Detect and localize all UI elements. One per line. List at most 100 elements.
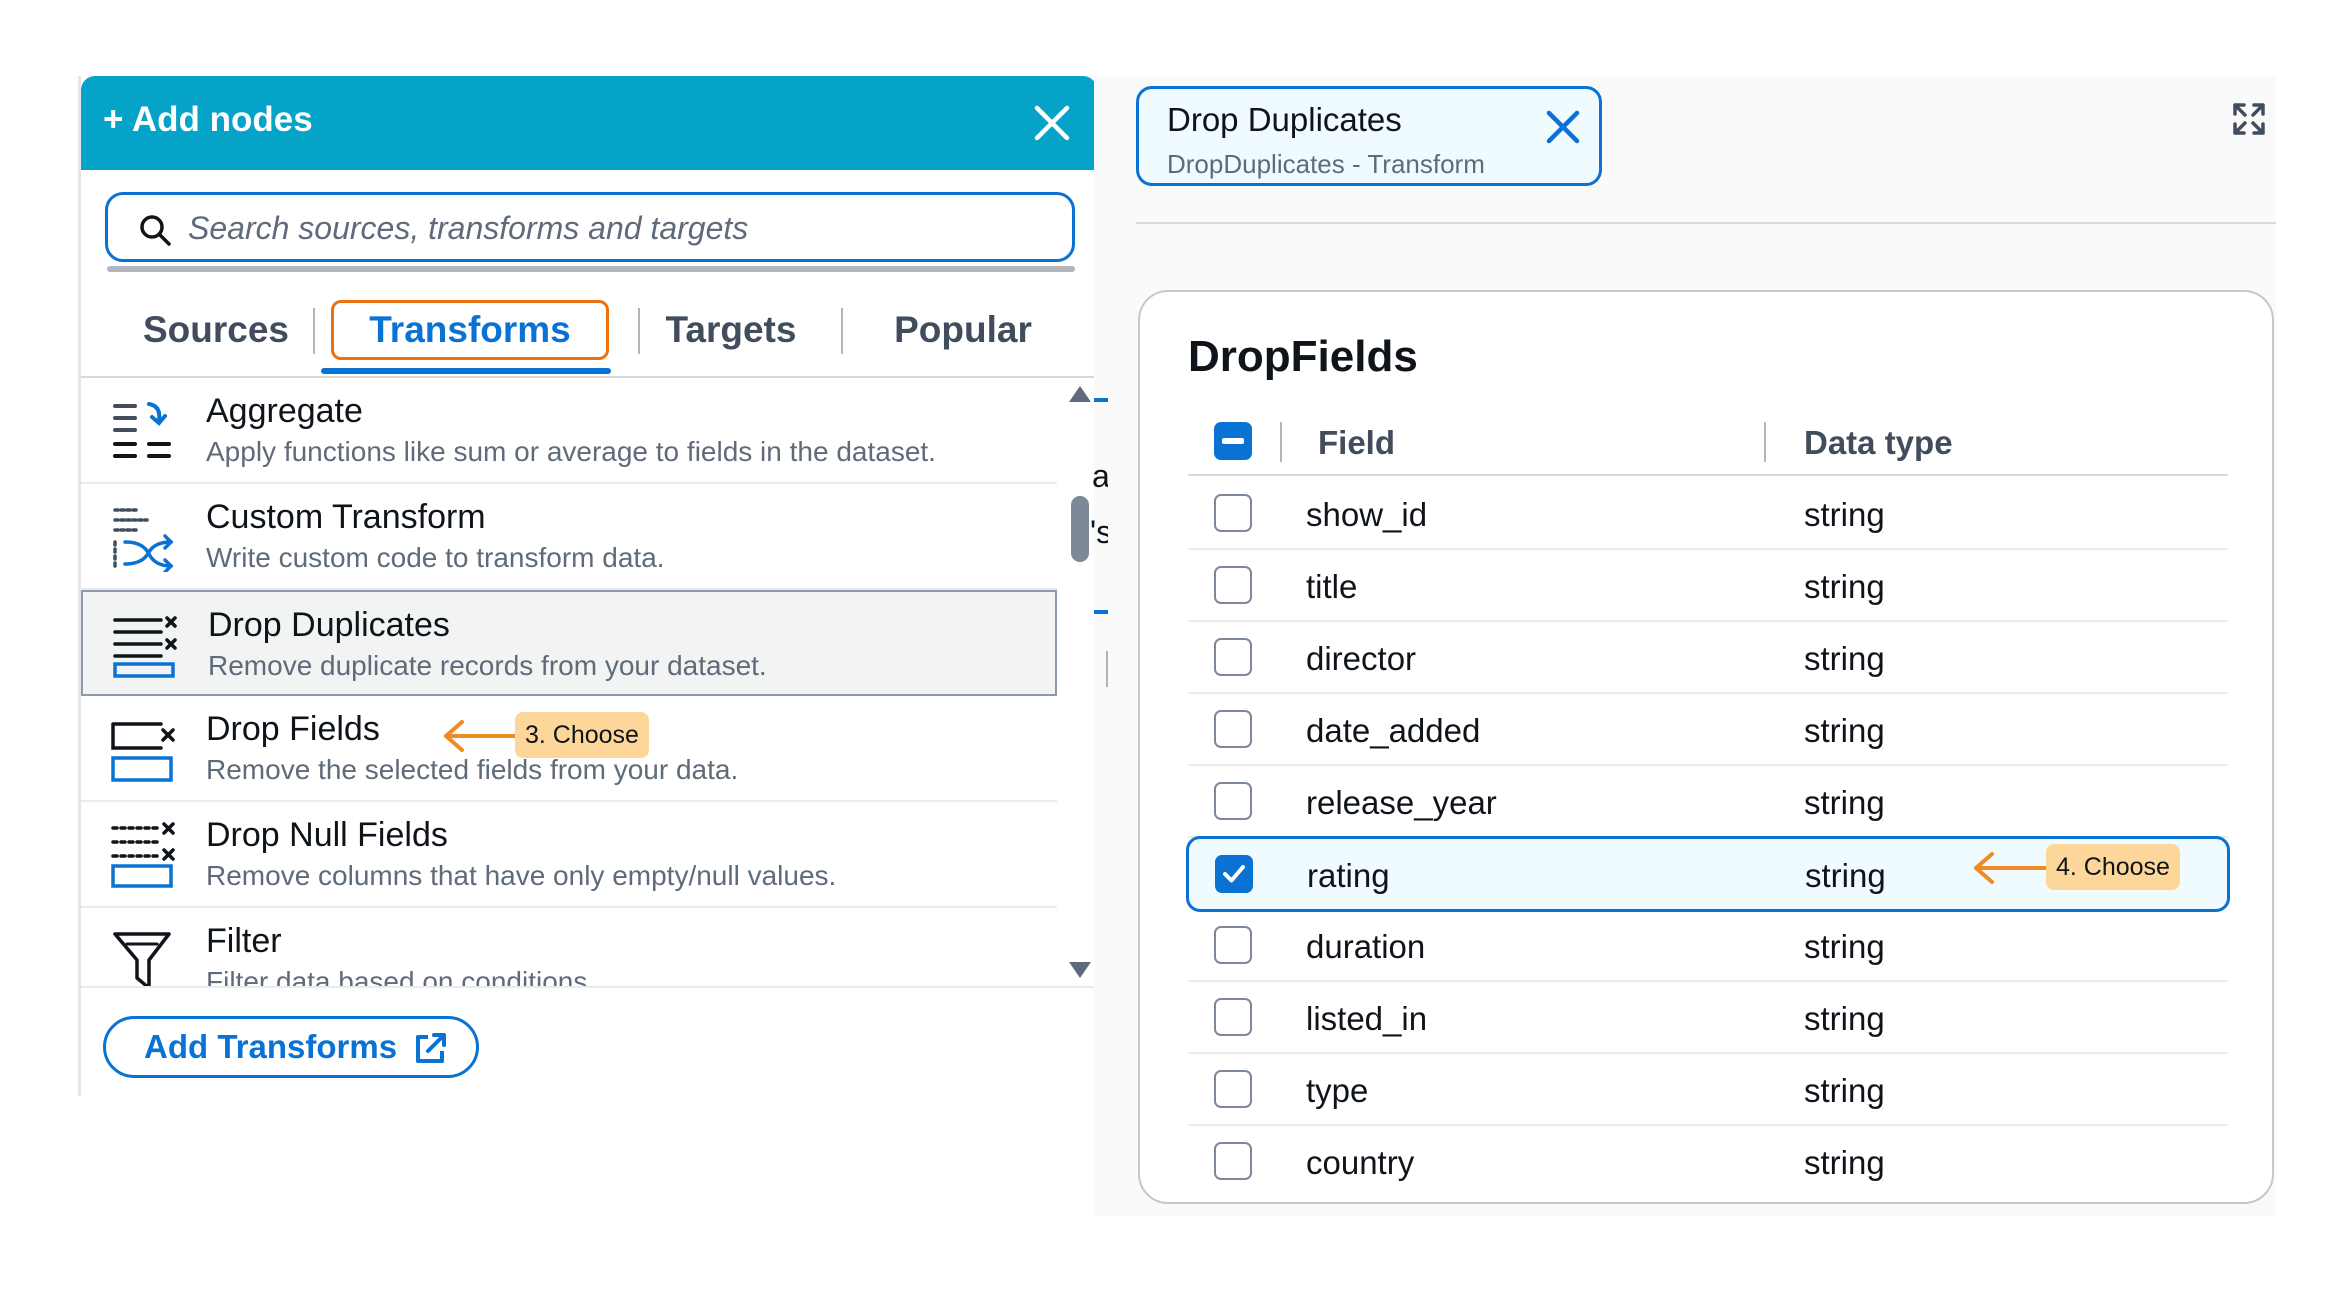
node-properties-panel: Drop Duplicates DropDuplicates - Transfo… bbox=[1108, 76, 2276, 1216]
tab-sources[interactable]: Sources bbox=[121, 300, 311, 360]
column-divider bbox=[1280, 422, 1282, 462]
table-row[interactable]: show_id string bbox=[1188, 478, 2228, 550]
checkmark-icon bbox=[1223, 865, 1245, 883]
search-input[interactable] bbox=[188, 203, 1048, 253]
list-item-aggregate[interactable]: Aggregate Apply functions like sum or av… bbox=[81, 378, 1057, 484]
search-icon bbox=[140, 215, 171, 246]
drop-fields-icon bbox=[111, 722, 175, 782]
canvas-edge-mark bbox=[1094, 398, 1108, 402]
row-checkbox[interactable] bbox=[1214, 926, 1252, 964]
field-name: release_year bbox=[1306, 784, 1497, 821]
table-row[interactable]: country string bbox=[1188, 1126, 2228, 1198]
callout-step-3: 3. Choose bbox=[515, 712, 649, 758]
field-name: director bbox=[1306, 640, 1417, 677]
selected-node-chip[interactable]: Drop Duplicates DropDuplicates - Transfo… bbox=[1136, 86, 1602, 186]
external-link-icon bbox=[416, 1033, 446, 1063]
tab-divider bbox=[313, 308, 315, 354]
tab-divider bbox=[841, 308, 843, 354]
table-row[interactable]: type string bbox=[1188, 1054, 2228, 1126]
item-name: Aggregate bbox=[206, 392, 363, 430]
field-type: string bbox=[1804, 712, 1885, 749]
item-name: Drop Duplicates bbox=[208, 606, 450, 644]
callout-arrow-icon bbox=[444, 720, 520, 752]
row-checkbox-checked[interactable] bbox=[1215, 855, 1253, 893]
field-name: rating bbox=[1307, 857, 1390, 894]
add-transforms-label: Add Transforms bbox=[144, 1028, 398, 1065]
row-checkbox[interactable] bbox=[1214, 566, 1252, 604]
table-header: Field Data type bbox=[1188, 408, 2228, 476]
field-type: string bbox=[1804, 568, 1885, 605]
field-type: string bbox=[1804, 1072, 1885, 1109]
row-checkbox[interactable] bbox=[1214, 710, 1252, 748]
field-type: string bbox=[1804, 640, 1885, 677]
item-description: Filter data based on conditions. bbox=[206, 966, 596, 986]
callout-arrow-icon bbox=[1974, 852, 2050, 884]
table-row[interactable]: listed_in string bbox=[1188, 982, 2228, 1054]
table-row[interactable]: duration string bbox=[1188, 910, 2228, 982]
add-transforms-button[interactable]: Add Transforms bbox=[103, 1016, 479, 1078]
table-row[interactable]: director string bbox=[1188, 622, 2228, 694]
field-name: title bbox=[1306, 568, 1358, 605]
transforms-list: Aggregate Apply functions like sum or av… bbox=[81, 378, 1061, 986]
tab-popular[interactable]: Popular bbox=[863, 300, 1063, 360]
filter-icon bbox=[113, 932, 171, 986]
row-checkbox[interactable] bbox=[1214, 1070, 1252, 1108]
row-checkbox[interactable] bbox=[1214, 998, 1252, 1036]
aggregate-icon bbox=[113, 402, 171, 458]
close-icon[interactable] bbox=[1543, 107, 1583, 147]
tab-transforms[interactable]: Transforms bbox=[331, 300, 609, 360]
item-name: Custom Transform bbox=[206, 498, 486, 536]
scroll-thumb[interactable] bbox=[1071, 496, 1089, 562]
item-name: Drop Null Fields bbox=[206, 816, 448, 854]
item-description: Remove the selected fields from your dat… bbox=[206, 754, 739, 785]
close-icon[interactable] bbox=[1029, 100, 1075, 146]
table-row[interactable]: date_added string bbox=[1188, 694, 2228, 766]
panel-divider bbox=[1136, 222, 2276, 224]
item-name: Filter bbox=[206, 922, 282, 960]
list-item-custom-transform[interactable]: Custom Transform Write custom code to tr… bbox=[81, 484, 1057, 590]
list-item-drop-duplicates[interactable]: Drop Duplicates Remove duplicate records… bbox=[81, 590, 1057, 696]
scroll-up-icon[interactable] bbox=[1069, 386, 1091, 402]
table-row[interactable]: title string bbox=[1188, 550, 2228, 622]
list-scrollbar[interactable] bbox=[1061, 378, 1094, 986]
scroll-down-icon[interactable] bbox=[1069, 962, 1091, 978]
list-item-drop-null-fields[interactable]: Drop Null Fields Remove columns that hav… bbox=[81, 802, 1057, 908]
field-name: country bbox=[1306, 1144, 1415, 1181]
item-description: Write custom code to transform data. bbox=[206, 542, 665, 573]
field-name: listed_in bbox=[1306, 1000, 1428, 1037]
field-type: string bbox=[1805, 857, 1886, 894]
expand-icon[interactable] bbox=[2232, 102, 2266, 136]
field-name: date_added bbox=[1306, 712, 1481, 749]
row-checkbox[interactable] bbox=[1214, 638, 1252, 676]
item-description: Remove columns that have only empty/null… bbox=[206, 860, 837, 891]
panel-title: + Add nodes bbox=[103, 100, 313, 139]
field-type: string bbox=[1804, 496, 1885, 533]
field-name: show_id bbox=[1306, 496, 1428, 533]
field-name: duration bbox=[1306, 928, 1426, 965]
search-underline bbox=[107, 266, 1075, 272]
drop-fields-card: DropFields Field Data type show_id strin… bbox=[1138, 290, 2274, 1204]
field-name: type bbox=[1306, 1072, 1369, 1109]
row-checkbox[interactable] bbox=[1214, 494, 1252, 532]
tab-targets[interactable]: Targets bbox=[636, 300, 826, 360]
search-field[interactable] bbox=[105, 192, 1075, 262]
field-type: string bbox=[1804, 784, 1885, 821]
table-row[interactable]: release_year string bbox=[1188, 766, 2228, 838]
column-divider bbox=[1764, 422, 1766, 462]
field-type: string bbox=[1804, 928, 1885, 965]
column-header-data-type: Data type bbox=[1804, 424, 1953, 461]
list-item-filter[interactable]: Filter Filter data based on conditions. bbox=[81, 908, 1057, 986]
drop-duplicates-icon bbox=[113, 616, 177, 678]
row-checkbox[interactable] bbox=[1214, 782, 1252, 820]
item-description: Remove duplicate records from your datas… bbox=[208, 650, 767, 681]
item-description: Apply functions like sum or average to f… bbox=[206, 436, 936, 467]
add-nodes-panel: + Add nodes Sources Transforms Targets P… bbox=[78, 76, 1094, 1096]
row-checkbox[interactable] bbox=[1214, 1142, 1252, 1180]
active-tab-indicator bbox=[321, 368, 611, 374]
select-all-checkbox[interactable] bbox=[1214, 422, 1252, 460]
item-name: Drop Fields bbox=[206, 710, 380, 748]
canvas-edge bbox=[1094, 76, 1109, 1216]
callout-step-4: 4. Choose bbox=[2046, 844, 2180, 890]
column-header-field: Field bbox=[1318, 424, 1396, 461]
drop-null-fields-icon bbox=[111, 822, 175, 888]
